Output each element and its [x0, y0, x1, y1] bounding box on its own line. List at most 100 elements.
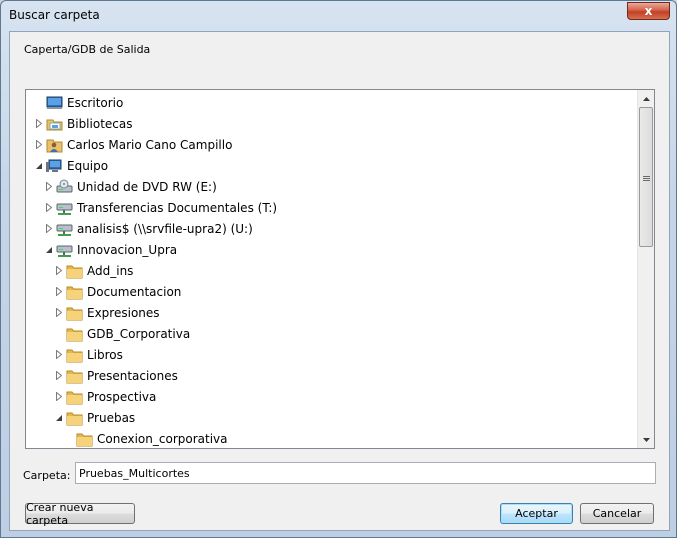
tree-item-label: Escritorio — [67, 95, 124, 110]
computer-icon — [46, 158, 63, 174]
expand-toggle[interactable] — [54, 350, 64, 360]
expand-arrow-icon — [56, 287, 62, 296]
tree-item[interactable]: Conexion_corporativa — [64, 428, 228, 448]
folder-field-label: Carpeta: — [23, 469, 71, 482]
tree-item[interactable]: Presentaciones — [54, 365, 178, 386]
expand-arrow-icon — [46, 203, 52, 212]
dialog-client-area: Caperta/GDB de Salida Escritorio Bibliote… — [9, 31, 670, 531]
network-drive-icon — [56, 221, 73, 237]
new-folder-button[interactable]: Crear nueva carpeta — [25, 501, 135, 527]
folder-icon — [76, 431, 93, 447]
expand-arrow-icon — [46, 224, 52, 233]
expand-arrow-icon — [36, 140, 42, 149]
expand-arrow-icon — [36, 119, 42, 128]
network-drive-icon — [56, 242, 73, 258]
tree-item-label: Pruebas — [87, 410, 136, 425]
folder-icon — [66, 326, 83, 342]
user-folder-icon — [46, 137, 63, 153]
cancel-button[interactable]: Cancelar — [580, 503, 654, 524]
tree-item-label: Expresiones — [87, 305, 160, 320]
tree-item-label: Documentacion — [87, 284, 182, 299]
collapse-arrow-icon — [46, 246, 52, 253]
folder-icon — [66, 284, 83, 300]
scroll-down-button[interactable] — [638, 431, 654, 448]
close-button[interactable]: x — [627, 2, 670, 20]
collapse-arrow-icon — [36, 162, 42, 169]
tree-item[interactable]: Unidad de DVD RW (E:) — [44, 176, 217, 197]
scroll-thumb[interactable] — [639, 107, 653, 247]
tree-item-label: Prospectiva — [87, 389, 157, 404]
tree-item[interactable]: Innovacion_Upra — [44, 239, 177, 260]
expand-toggle[interactable] — [54, 266, 64, 276]
expand-arrow-icon — [56, 308, 62, 317]
folder-name-input[interactable] — [75, 462, 656, 484]
tree-item[interactable]: analisis$ (\\srvfile-upra2) (U:) — [44, 218, 253, 239]
expand-toggle[interactable] — [34, 140, 44, 150]
tree-item[interactable]: Bibliotecas — [34, 113, 132, 134]
expand-arrow-icon — [46, 182, 52, 191]
expand-toggle[interactable] — [44, 182, 54, 192]
tree-item-label: Bibliotecas — [67, 116, 133, 131]
tree-item-label: Equipo — [67, 158, 109, 173]
expand-arrow-icon — [56, 392, 62, 401]
tree-item[interactable]: Pruebas — [54, 407, 135, 428]
tree-item[interactable]: GDB_Corporativa — [54, 323, 190, 344]
dvd-drive-icon — [56, 179, 73, 195]
collapse-toggle[interactable] — [44, 245, 54, 255]
tree-item[interactable]: Prospectiva — [54, 386, 156, 407]
network-drive-icon — [56, 200, 73, 216]
tree-item-label: Transferencias Documentales (T:) — [77, 200, 278, 215]
expand-arrow-icon — [56, 266, 62, 275]
title-bar[interactable]: Buscar carpeta x — [1, 1, 676, 29]
folder-icon — [66, 347, 83, 363]
tree-item[interactable]: Add_ins — [54, 260, 133, 281]
expand-toggle[interactable] — [44, 224, 54, 234]
folder-icon — [66, 263, 83, 279]
expand-arrow-icon — [56, 350, 62, 359]
folder-icon — [66, 305, 83, 321]
scroll-down-icon — [642, 437, 650, 442]
collapse-toggle[interactable] — [54, 413, 64, 423]
expand-toggle[interactable] — [54, 308, 64, 318]
close-icon: x — [644, 4, 653, 18]
instruction-text: Caperta/GDB de Salida — [24, 43, 151, 56]
tree-item-label: Unidad de DVD RW (E:) — [77, 179, 217, 194]
collapse-arrow-icon — [56, 414, 62, 421]
folder-icon — [66, 410, 83, 426]
tree-item[interactable]: Equipo — [34, 155, 108, 176]
expand-toggle[interactable] — [44, 203, 54, 213]
folder-icon — [66, 389, 83, 405]
tree-item-label: GDB_Corporativa — [87, 326, 191, 341]
tree-item-label: Carlos Mario Cano Campillo — [67, 137, 233, 152]
expand-toggle[interactable] — [54, 287, 64, 297]
tree-item[interactable]: Transferencias Documentales (T:) — [44, 197, 277, 218]
tree-item[interactable]: Escritorio — [34, 92, 123, 113]
vertical-scrollbar[interactable] — [637, 90, 654, 448]
expand-toggle[interactable] — [54, 392, 64, 402]
scroll-up-button[interactable] — [638, 90, 654, 107]
tree-item-label: Libros — [87, 347, 123, 362]
dialog-window: Buscar carpeta x Caperta/GDB de Salida E… — [0, 0, 677, 538]
tree-item[interactable]: Documentacion — [54, 281, 181, 302]
tree-item-label: Innovacion_Upra — [77, 242, 178, 257]
tree-item-label: Presentaciones — [87, 368, 178, 383]
expand-toggle[interactable] — [54, 371, 64, 381]
tree-item-label: analisis$ (\\srvfile-upra2) (U:) — [77, 221, 253, 236]
expand-arrow-icon — [56, 371, 62, 380]
libraries-icon — [46, 116, 63, 132]
folder-icon — [66, 368, 83, 384]
desktop-icon — [46, 95, 63, 111]
folder-tree[interactable]: Escritorio Bibliotecas Carlos Mario Cano C… — [25, 89, 655, 449]
tree-item-label: Add_ins — [87, 263, 134, 278]
expand-toggle[interactable] — [34, 119, 44, 129]
tree-item[interactable]: Carlos Mario Cano Campillo — [34, 134, 232, 155]
tree-item-label: Conexion_corporativa — [97, 431, 228, 446]
scroll-up-icon — [642, 96, 650, 101]
ok-button[interactable]: Aceptar — [500, 503, 573, 524]
tree-item[interactable]: Expresiones — [54, 302, 160, 323]
tree-item[interactable]: Libros — [54, 344, 123, 365]
collapse-toggle[interactable] — [34, 161, 44, 171]
